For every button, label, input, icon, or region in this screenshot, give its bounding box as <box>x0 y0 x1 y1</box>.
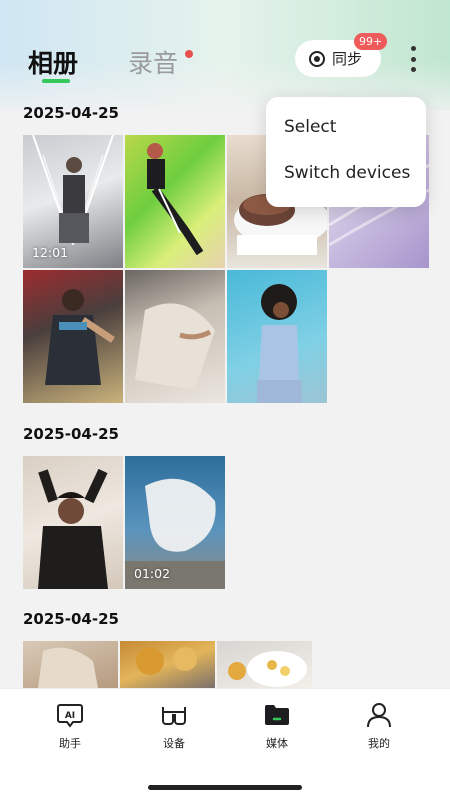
photo-thumbnail[interactable]: 12:01 <box>23 135 123 268</box>
more-dot-icon <box>410 46 416 51</box>
svg-text:AI: AI <box>65 711 75 721</box>
nav-label: 设备 <box>163 737 185 750</box>
ai-assistant-icon: AI <box>56 701 84 729</box>
photo-beige-jacket-icon <box>38 647 98 688</box>
nav-item-assistant[interactable]: AI 助手 <box>40 701 100 751</box>
photo-fruit-plate-icon <box>228 651 307 687</box>
section-date: 2025-04-25 <box>23 610 119 628</box>
menu-item-switch-devices[interactable]: Switch devices <box>284 163 410 183</box>
nav-label: 我的 <box>368 737 390 750</box>
more-dot-icon <box>410 67 416 72</box>
sync-badge: 99+ <box>354 33 388 50</box>
photo-thumbnail[interactable] <box>227 270 327 403</box>
more-options-button[interactable] <box>404 46 422 72</box>
recording-notification-dot <box>185 50 193 58</box>
more-dot-icon <box>410 56 416 62</box>
photo-thumbnail[interactable] <box>125 135 225 268</box>
video-duration: 01:02 <box>134 566 171 581</box>
more-options-menu: Select Switch devices <box>266 97 426 207</box>
photo-man-street-wall-icon <box>45 289 115 385</box>
video-duration: 12:01 <box>32 245 69 260</box>
person-icon <box>365 701 393 729</box>
photo-thumbnail[interactable] <box>217 641 312 688</box>
photo-thumbnail[interactable]: 01:02 <box>125 456 225 589</box>
photo-thumbnail[interactable] <box>23 456 123 589</box>
photo-thumbnail[interactable] <box>125 270 225 403</box>
section-date: 2025-04-25 <box>23 104 119 122</box>
sync-button-label: 同步 <box>332 50 363 68</box>
photo-autumn-tree-icon <box>136 647 197 675</box>
photo-beige-pants-icon <box>135 303 215 390</box>
photo-woman-blue-wall-icon <box>257 284 302 403</box>
photo-woman-black-dress-icon <box>38 468 108 589</box>
tab-album[interactable]: 相册 <box>28 44 78 80</box>
nav-label: 助手 <box>59 737 81 750</box>
folder-icon <box>263 701 291 729</box>
nav-item-media[interactable]: 媒体 <box>247 701 307 751</box>
glasses-icon <box>160 701 188 729</box>
photo-green-lime-icon <box>147 143 204 256</box>
photo-thumbnail[interactable] <box>23 641 118 688</box>
menu-item-select[interactable]: Select <box>284 117 336 137</box>
home-indicator <box>148 785 302 790</box>
tab-recording[interactable]: 录音 <box>128 44 178 80</box>
photo-thumbnail[interactable] <box>23 270 123 403</box>
photo-thumbnail[interactable] <box>120 641 215 688</box>
nav-item-devices[interactable]: 设备 <box>144 701 204 751</box>
section-date: 2025-04-25 <box>23 425 119 443</box>
nav-item-profile[interactable]: 我的 <box>349 701 409 751</box>
tab-active-indicator <box>42 79 70 83</box>
sync-icon <box>309 50 325 67</box>
bottom-navigation: AI 助手 设备 媒体 我的 <box>0 688 450 800</box>
nav-label: 媒体 <box>266 737 288 750</box>
